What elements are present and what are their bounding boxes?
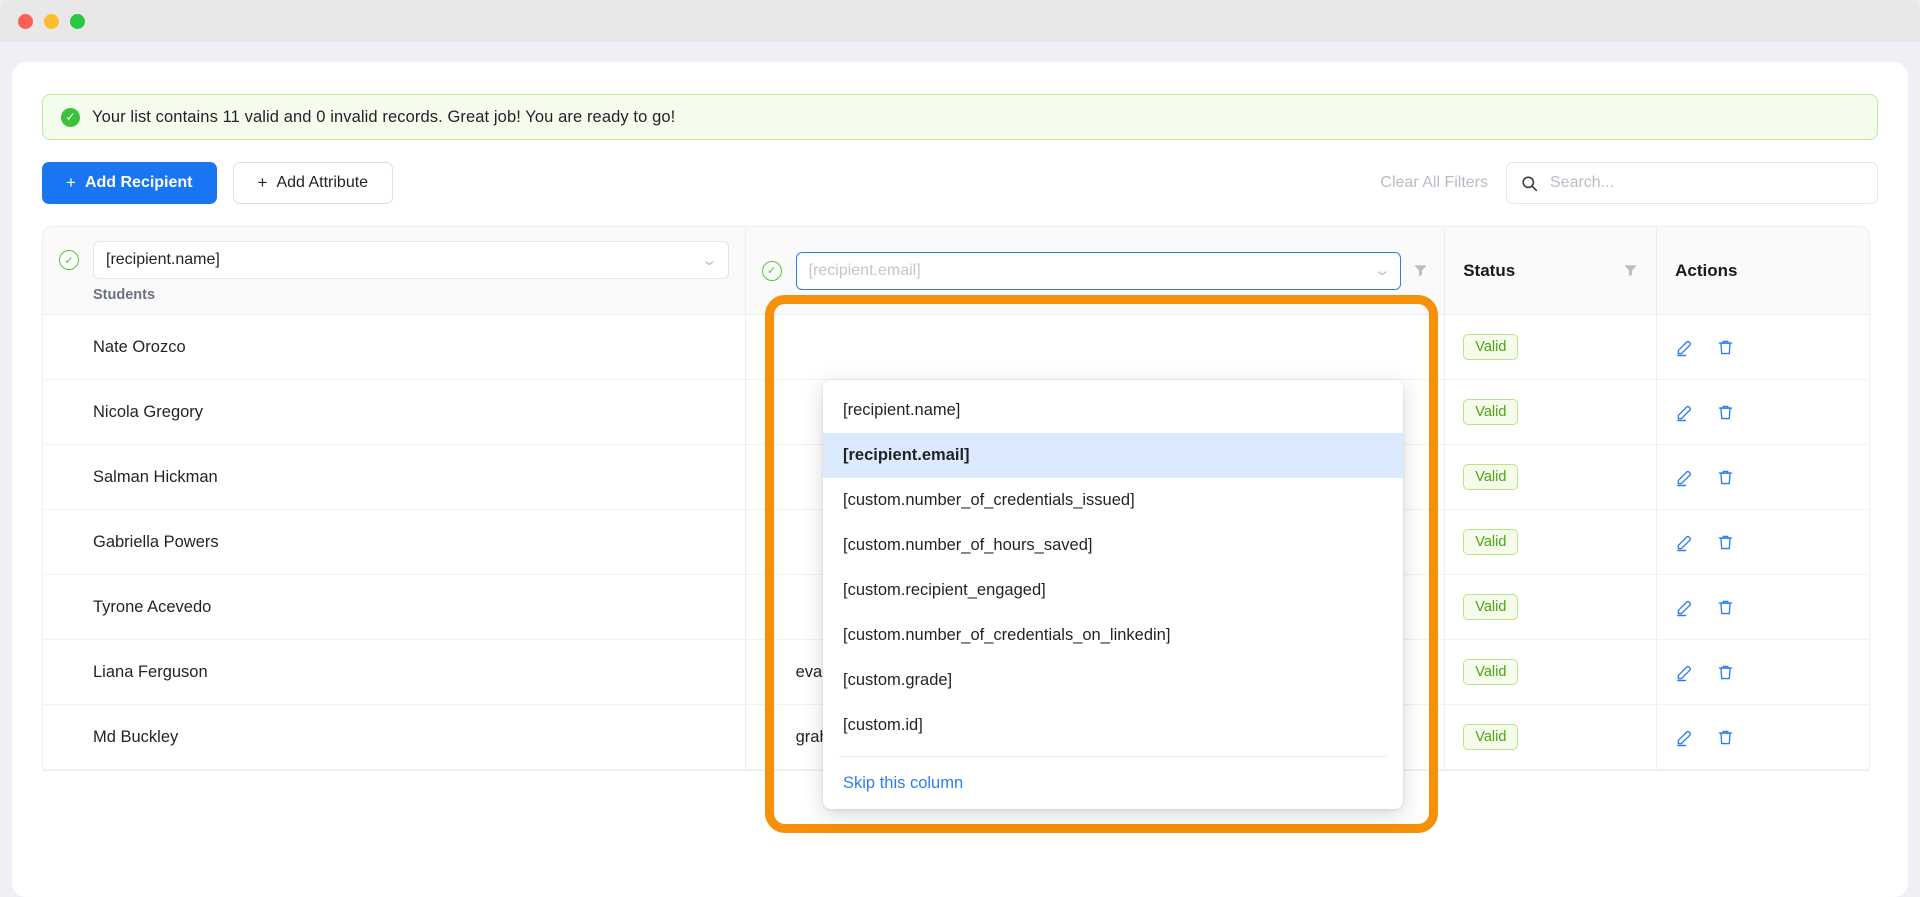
trash-icon[interactable] [1716, 403, 1735, 422]
cell-name: Liana Ferguson [43, 640, 746, 704]
attribute-dropdown-menu[interactable]: [recipient.name] [recipient.email] [custom… [823, 380, 1403, 809]
email-attribute-value: [recipient.email] [808, 261, 921, 279]
status-badge: Valid [1463, 593, 1519, 621]
add-attribute-label: Add Attribute [276, 174, 369, 191]
column-header-actions: Actions [1657, 227, 1869, 314]
content-card: ✓ Your list contains 11 valid and 0 inva… [12, 62, 1908, 897]
pencil-icon[interactable] [1675, 468, 1694, 487]
cell-name: Tyrone Acevedo [43, 575, 746, 639]
cell-email [746, 315, 1446, 379]
add-recipient-label: Add Recipient [84, 174, 193, 191]
name-attribute-value: [recipient.name] [106, 251, 220, 268]
check-circle-outline-icon: ✓ [59, 250, 79, 270]
trash-icon[interactable] [1716, 663, 1735, 682]
chevron-down-icon: ⌄ [1373, 262, 1391, 279]
toolbar-right: Clear All Filters [1380, 162, 1878, 204]
cell-name: Salman Hickman [43, 445, 746, 509]
cell-status: Valid [1445, 575, 1658, 639]
funnel-icon[interactable] [1413, 263, 1428, 278]
dropdown-option[interactable]: [recipient.name] [823, 388, 1403, 433]
check-circle-outline-icon: ✓ [761, 260, 782, 281]
window-minimize-button[interactable] [44, 13, 59, 29]
column-header-name: ✓ [recipient.name] ⌄ Students [43, 227, 746, 314]
validation-banner: ✓ Your list contains 11 valid and 0 inva… [42, 94, 1878, 140]
pencil-icon[interactable] [1675, 663, 1694, 682]
status-badge: Valid [1463, 398, 1519, 426]
table-row: Nate Orozco Valid [43, 315, 1869, 380]
clear-all-filters-button[interactable]: Clear All Filters [1380, 174, 1488, 192]
status-badge: Valid [1463, 463, 1519, 491]
window-close-button[interactable] [18, 13, 33, 29]
cell-status: Valid [1445, 445, 1658, 509]
status-column-label: Status [1463, 260, 1516, 280]
pencil-icon[interactable] [1675, 533, 1694, 552]
cell-status: Valid [1445, 510, 1658, 574]
window-titlebar [0, 0, 1920, 42]
pencil-icon[interactable] [1675, 598, 1694, 617]
trash-icon[interactable] [1716, 533, 1735, 552]
dropdown-option[interactable]: [custom.id] [823, 703, 1403, 748]
cell-actions [1657, 575, 1869, 639]
plus-icon: + [66, 173, 76, 192]
search-input[interactable] [1550, 174, 1863, 192]
window-maximize-button[interactable] [70, 13, 85, 29]
cell-name: Md Buckley [43, 705, 746, 769]
trash-icon[interactable] [1716, 338, 1735, 357]
search-box[interactable] [1506, 162, 1878, 204]
dropdown-option[interactable]: [custom.number_of_credentials_on_linkedi… [823, 613, 1403, 658]
dropdown-option[interactable]: [custom.recipient_engaged] [823, 568, 1403, 613]
cell-actions [1657, 510, 1869, 574]
name-attribute-select[interactable]: [recipient.name] ⌄ [93, 241, 729, 279]
dropdown-option[interactable]: [custom.number_of_hours_saved] [823, 523, 1403, 568]
name-column-subtitle: Students [93, 287, 156, 303]
trash-icon[interactable] [1716, 598, 1735, 617]
plus-icon: + [257, 173, 268, 192]
funnel-icon[interactable] [1623, 263, 1638, 278]
pencil-icon[interactable] [1675, 403, 1694, 422]
chevron-down-icon: ⌄ [700, 251, 719, 269]
dropdown-option[interactable]: [recipient.email] [823, 433, 1403, 478]
cell-name: Nate Orozco [43, 315, 746, 379]
dropdown-option[interactable]: [custom.number_of_credentials_issued] [823, 478, 1403, 523]
status-badge: Valid [1463, 333, 1519, 361]
trash-icon[interactable] [1716, 728, 1735, 747]
dropdown-option[interactable]: [custom.grade] [823, 658, 1403, 703]
cell-status: Valid [1445, 640, 1658, 704]
search-icon [1522, 175, 1538, 191]
add-recipient-button[interactable]: + Add Recipient [42, 162, 217, 204]
check-circle-icon: ✓ [61, 107, 80, 127]
validation-banner-text: Your list contains 11 valid and 0 invali… [92, 107, 676, 126]
cell-actions [1657, 640, 1869, 704]
column-header-status: Status [1445, 227, 1658, 314]
actions-column-label: Actions [1675, 260, 1738, 280]
pencil-icon[interactable] [1675, 338, 1694, 357]
toolbar: + Add Recipient + Add Attribute Clear Al… [42, 162, 1878, 204]
table-header-row: ✓ [recipient.name] ⌄ Students ✓ [recipie… [43, 227, 1869, 315]
cell-name: Gabriella Powers [43, 510, 746, 574]
skip-this-column-link[interactable]: Skip this column [823, 757, 1403, 809]
cell-actions [1657, 705, 1869, 769]
cell-name: Nicola Gregory [43, 380, 746, 444]
attribute-dropdown-items: [recipient.name] [recipient.email] [custom… [823, 388, 1403, 748]
cell-actions [1657, 380, 1869, 444]
trash-icon[interactable] [1716, 468, 1735, 487]
cell-status: Valid [1445, 705, 1658, 769]
status-badge: Valid [1463, 528, 1519, 556]
email-attribute-select[interactable]: [recipient.email] ⌄ [795, 251, 1402, 290]
cell-status: Valid [1445, 380, 1658, 444]
add-attribute-button[interactable]: + Add Attribute [232, 162, 394, 204]
status-badge: Valid [1463, 723, 1519, 751]
cell-status: Valid [1445, 315, 1658, 379]
page-surface: ✓ Your list contains 11 valid and 0 inva… [0, 42, 1920, 897]
column-header-email: ✓ [recipient.email] ⌄ [746, 227, 1446, 314]
status-badge: Valid [1463, 658, 1519, 686]
cell-actions [1657, 445, 1869, 509]
cell-actions [1657, 315, 1869, 379]
pencil-icon[interactable] [1675, 728, 1694, 747]
